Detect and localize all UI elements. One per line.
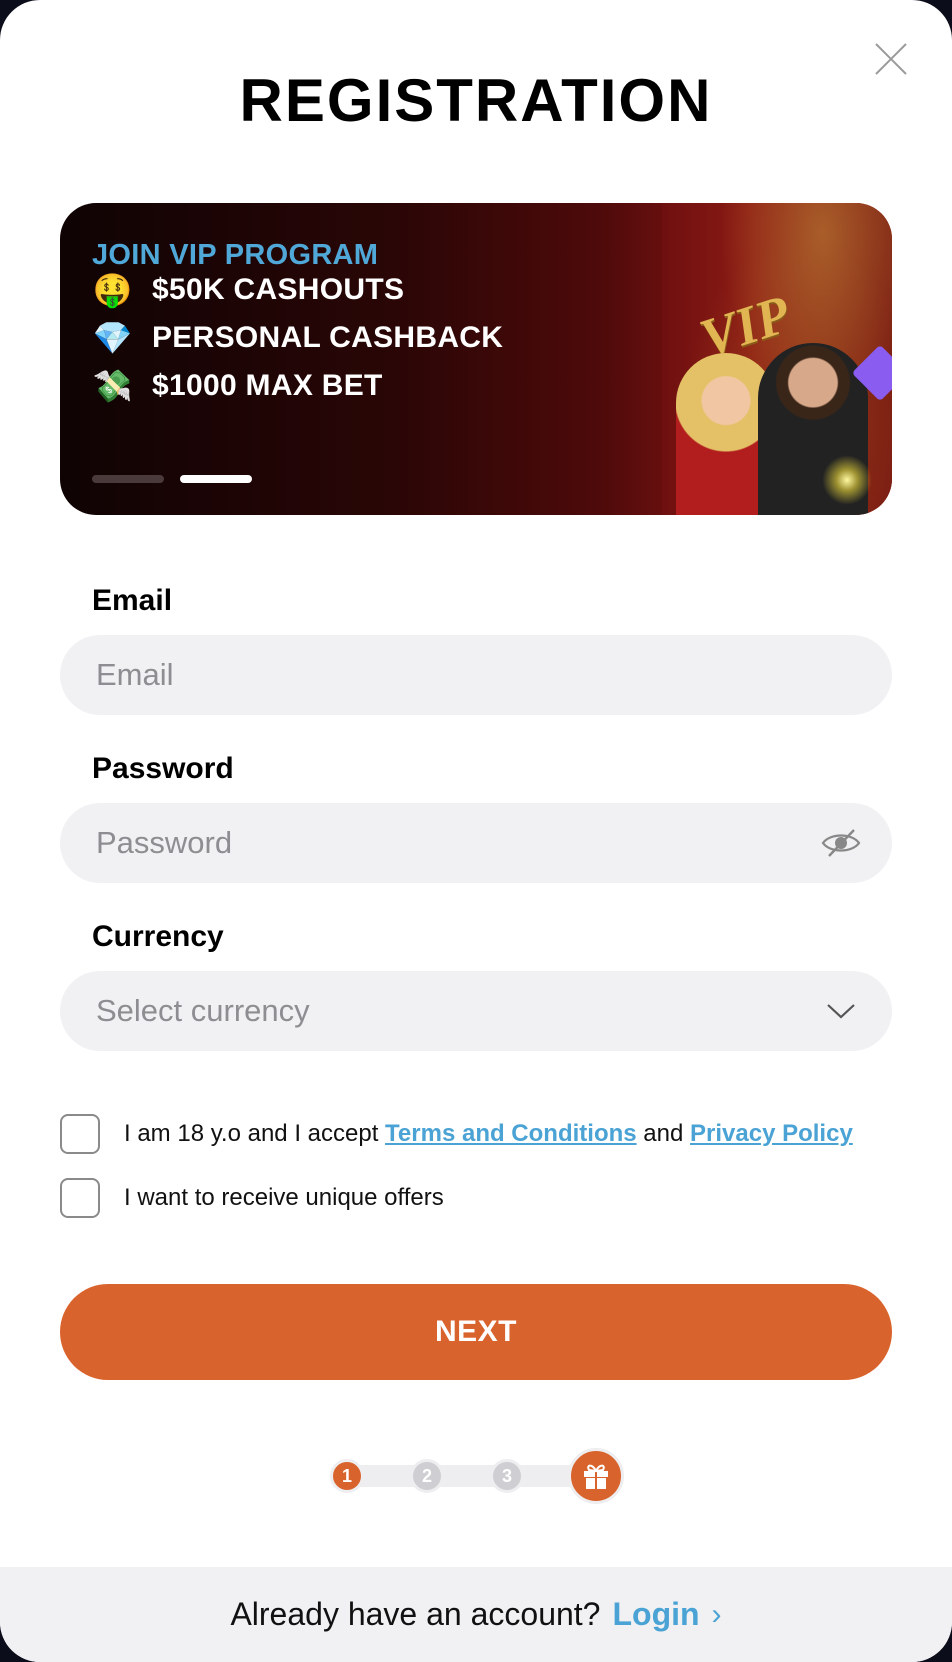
- carousel-indicators: [92, 475, 252, 483]
- gem-icon: 💎: [92, 320, 134, 356]
- carousel-dot-active[interactable]: [180, 475, 252, 483]
- terms-consent-row: I am 18 y.o and I accept Terms and Condi…: [60, 1114, 853, 1154]
- login-prompt-text: Already have an account?: [230, 1596, 601, 1632]
- perk-text: $1000 MAX BET: [152, 369, 383, 402]
- chevron-right-icon: ›: [711, 1597, 722, 1631]
- gift-icon: [584, 1464, 608, 1489]
- currency-select-value: Select currency: [96, 993, 310, 1028]
- login-link[interactable]: Login ›: [612, 1596, 721, 1633]
- step-1-indicator: 1: [330, 1459, 364, 1493]
- currency-select[interactable]: Select currency: [60, 971, 892, 1051]
- password-label: Password: [92, 752, 234, 785]
- login-link-label: Login: [612, 1596, 700, 1632]
- page-title: REGISTRATION: [239, 67, 713, 134]
- perk-text: $50K CASHOUTS: [152, 273, 405, 306]
- email-label: Email: [92, 584, 173, 617]
- step-2-indicator: 2: [410, 1459, 444, 1493]
- terms-middle-text: and: [636, 1120, 691, 1147]
- password-input[interactable]: [96, 825, 856, 861]
- sparkle-illustration: [822, 455, 872, 505]
- money-mouth-face-icon: 🤑: [92, 272, 134, 308]
- stepper-track: [346, 1465, 596, 1487]
- bonus-step-indicator: [568, 1448, 624, 1504]
- toggle-password-visibility-button[interactable]: [820, 823, 862, 863]
- vip-banner-illustration: VIP: [662, 203, 892, 515]
- login-footer: Already have an account? Login ›: [0, 1567, 952, 1662]
- perk-item: 💸 $1000 MAX BET: [92, 366, 383, 406]
- password-field-container: [60, 803, 892, 883]
- next-button[interactable]: NEXT: [60, 1284, 892, 1380]
- terms-prefix-text: I am 18 y.o and I accept: [124, 1120, 386, 1147]
- offers-consent-row: I want to receive unique offers: [60, 1178, 444, 1218]
- step-3-indicator: 3: [490, 1459, 524, 1493]
- currency-label: Currency: [92, 920, 224, 953]
- eye-slash-icon: [821, 829, 861, 857]
- chevron-down-icon: [827, 1004, 855, 1019]
- carousel-dot[interactable]: [92, 475, 164, 483]
- registration-modal: REGISTRATION VIP JOIN VIP PROGRAM 🤑 $50K…: [0, 0, 952, 1662]
- terms-checkbox[interactable]: [60, 1114, 100, 1154]
- currency-dropdown-toggle[interactable]: [820, 991, 862, 1031]
- banner-heading: JOIN VIP PROGRAM: [92, 239, 379, 271]
- offers-checkbox[interactable]: [60, 1178, 100, 1218]
- email-input[interactable]: [96, 657, 856, 693]
- money-with-wings-icon: 💸: [92, 368, 134, 404]
- vip-promo-banner[interactable]: VIP JOIN VIP PROGRAM 🤑 $50K CASHOUTS 💎 P…: [60, 203, 892, 515]
- registration-stepper: 1 2 3: [326, 1446, 626, 1506]
- offers-text: I want to receive unique offers: [124, 1184, 444, 1211]
- email-field-container: [60, 635, 892, 715]
- perk-item: 💎 PERSONAL CASHBACK: [92, 318, 503, 358]
- perk-item: 🤑 $50K CASHOUTS: [92, 270, 404, 310]
- perk-text: PERSONAL CASHBACK: [152, 321, 504, 354]
- privacy-policy-link[interactable]: Privacy Policy: [690, 1120, 853, 1148]
- terms-and-conditions-link[interactable]: Terms and Conditions: [385, 1120, 637, 1148]
